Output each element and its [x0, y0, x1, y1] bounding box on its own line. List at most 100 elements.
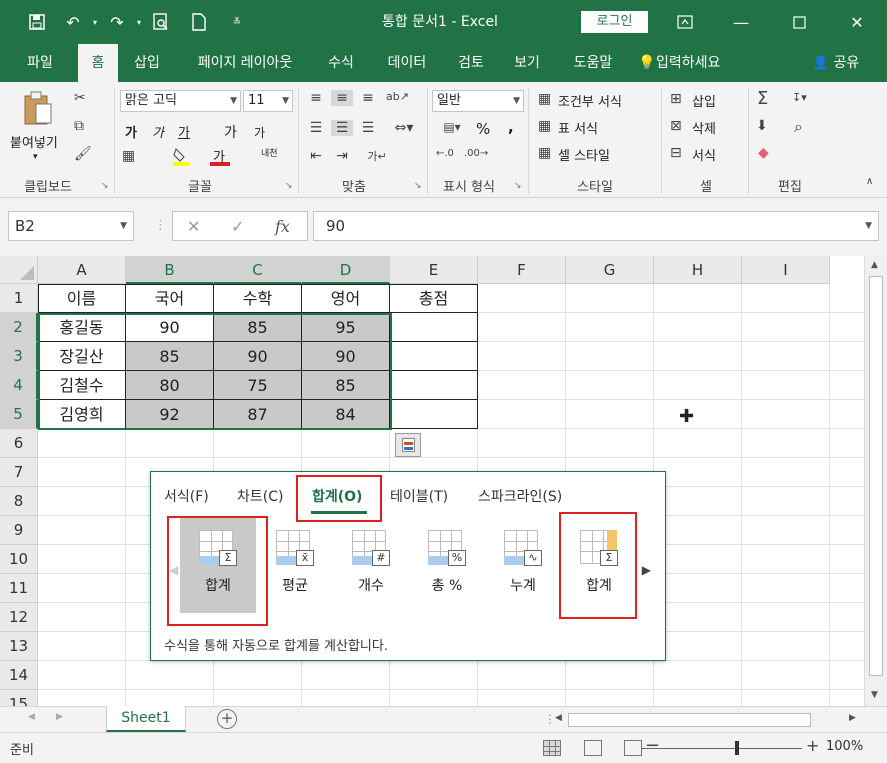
save-icon[interactable]: [22, 7, 52, 37]
customize-qat-icon[interactable]: ≚: [222, 7, 252, 37]
copy-icon[interactable]: ⧉: [74, 118, 84, 134]
number-format-select[interactable]: 일반 ▼: [432, 90, 524, 112]
zoom-slider-track[interactable]: [642, 748, 802, 749]
qa-item-count[interactable]: # 개수: [333, 517, 409, 613]
scroll-right-icon[interactable]: ▶: [642, 563, 651, 577]
tab-view[interactable]: 보기: [504, 44, 550, 82]
close-icon[interactable]: ✕: [832, 0, 882, 44]
qa-tab-tables[interactable]: 테이블(T): [390, 486, 448, 506]
qa-tab-sparklines[interactable]: 스파크라인(S): [478, 486, 562, 506]
cut-icon[interactable]: ✂: [74, 90, 86, 106]
page-break-view-icon[interactable]: [624, 740, 642, 756]
accounting-format-icon[interactable]: ▤▾: [434, 120, 470, 134]
delete-cells-button[interactable]: 삭제: [692, 118, 716, 137]
phonetic-button[interactable]: 내천: [261, 146, 278, 159]
cell-b1[interactable]: 국어: [126, 284, 213, 312]
align-bottom-icon[interactable]: ≡: [358, 90, 378, 106]
scroll-right-icon[interactable]: ▶: [849, 713, 856, 723]
column-header-b[interactable]: B: [126, 256, 214, 284]
format-cells-button[interactable]: 서식: [692, 145, 716, 164]
zoom-slider-thumb[interactable]: [735, 741, 739, 755]
row-header-15[interactable]: 15: [0, 690, 38, 706]
scroll-up-icon[interactable]: ▲: [871, 260, 878, 270]
qa-item-percent-total[interactable]: % 총 %: [409, 517, 485, 613]
cell-e1[interactable]: 총점: [390, 284, 477, 312]
tab-page-layout[interactable]: 페이지 레이아웃: [182, 44, 308, 82]
qa-item-running-total[interactable]: ∿ 누계: [485, 517, 561, 613]
horizontal-scroll-thumb[interactable]: [568, 713, 811, 727]
qa-tab-charts[interactable]: 차트(C): [237, 486, 283, 506]
cell-e5[interactable]: [390, 400, 477, 428]
comma-button[interactable]: ,: [508, 118, 514, 136]
paste-label[interactable]: 붙여넣기: [10, 132, 58, 151]
qa-tab-formatting[interactable]: 서식(F): [164, 486, 209, 506]
clipboard-launcher-icon[interactable]: ↘: [101, 181, 109, 191]
font-size-select[interactable]: 11 ▼: [243, 90, 293, 112]
tab-file[interactable]: 파일: [12, 44, 68, 82]
print-preview-icon[interactable]: [146, 7, 176, 37]
collapse-ribbon-icon[interactable]: ∧: [866, 176, 873, 187]
ribbon-display-options-icon[interactable]: [660, 0, 710, 44]
column-header-d[interactable]: D: [302, 256, 390, 284]
tab-insert[interactable]: 삽입: [124, 44, 170, 82]
column-header-c[interactable]: C: [214, 256, 302, 284]
cell-e3[interactable]: [390, 342, 477, 370]
italic-button[interactable]: 가: [152, 122, 164, 141]
insert-cells-button[interactable]: 삽입: [692, 91, 716, 110]
increase-decimal-icon[interactable]: ←.0: [436, 148, 454, 159]
format-cells-icon[interactable]: ⊟: [670, 145, 682, 161]
tab-home[interactable]: 홈: [78, 44, 118, 82]
expand-formula-icon[interactable]: ▼: [865, 212, 872, 240]
tab-data[interactable]: 데이터: [376, 44, 438, 82]
insert-cells-icon[interactable]: ⊞: [670, 91, 682, 107]
login-button[interactable]: 로그인: [581, 11, 648, 33]
align-right-icon[interactable]: ☰: [358, 120, 378, 136]
format-as-table-icon[interactable]: ▦: [538, 118, 551, 134]
align-top-icon[interactable]: ≡: [306, 90, 326, 106]
decrease-decimal-icon[interactable]: .00→: [464, 148, 488, 159]
autosum-icon[interactable]: Σ: [757, 88, 768, 109]
orientation-icon[interactable]: ab↗: [386, 90, 409, 103]
column-header-f[interactable]: F: [478, 256, 566, 284]
row-header-3[interactable]: 3: [0, 342, 38, 371]
cancel-icon[interactable]: ✕: [187, 217, 200, 236]
grow-font-button[interactable]: 가: [224, 122, 237, 142]
cell-c1[interactable]: 수학: [214, 284, 301, 312]
zoom-out-icon[interactable]: −: [645, 735, 660, 756]
align-middle-icon[interactable]: ≡: [331, 90, 353, 106]
cell-a1[interactable]: 이름: [38, 284, 125, 312]
row-header-12[interactable]: 12: [0, 603, 38, 632]
undo-dropdown-icon[interactable]: ▾: [88, 7, 102, 37]
fill-icon[interactable]: ⬇: [756, 118, 768, 134]
find-select-icon[interactable]: ⌕: [794, 117, 803, 137]
cell-e4[interactable]: [390, 371, 477, 399]
alignment-launcher-icon[interactable]: ↘: [414, 181, 422, 191]
borders-icon[interactable]: ▦: [122, 148, 135, 164]
qa-item-average[interactable]: x̄ 평균: [257, 517, 333, 613]
merge-center-icon[interactable]: ⇔▾: [386, 120, 422, 136]
undo-icon[interactable]: ↶: [58, 7, 88, 37]
row-header-14[interactable]: 14: [0, 661, 38, 690]
scroll-down-icon[interactable]: ▼: [871, 690, 878, 700]
number-launcher-icon[interactable]: ↘: [514, 181, 522, 191]
add-sheet-button[interactable]: +: [217, 709, 237, 729]
page-layout-view-icon[interactable]: [584, 740, 602, 756]
sheet-tab-sheet1[interactable]: Sheet1: [106, 706, 186, 732]
format-painter-icon[interactable]: 🖌: [74, 146, 92, 162]
row-header-2[interactable]: 2: [0, 313, 38, 342]
minimize-icon[interactable]: —: [716, 0, 766, 44]
enter-icon[interactable]: ✓: [231, 217, 244, 236]
cell-e2[interactable]: [390, 313, 477, 341]
new-file-icon[interactable]: [184, 7, 214, 37]
row-header-9[interactable]: 9: [0, 516, 38, 545]
font-family-select[interactable]: 맑은 고딕 ▼: [120, 90, 241, 112]
column-header-h[interactable]: H: [654, 256, 742, 284]
font-launcher-icon[interactable]: ↘: [285, 181, 293, 191]
share-button[interactable]: 👤 공유: [806, 44, 866, 82]
column-header-i[interactable]: I: [742, 256, 830, 284]
formula-input[interactable]: 90 ▼: [313, 211, 879, 241]
vertical-scroll-thumb[interactable]: [869, 276, 883, 676]
select-all-button[interactable]: [0, 256, 38, 284]
bold-button[interactable]: 가: [125, 122, 137, 141]
conditional-formatting-icon[interactable]: ▦: [538, 91, 551, 107]
